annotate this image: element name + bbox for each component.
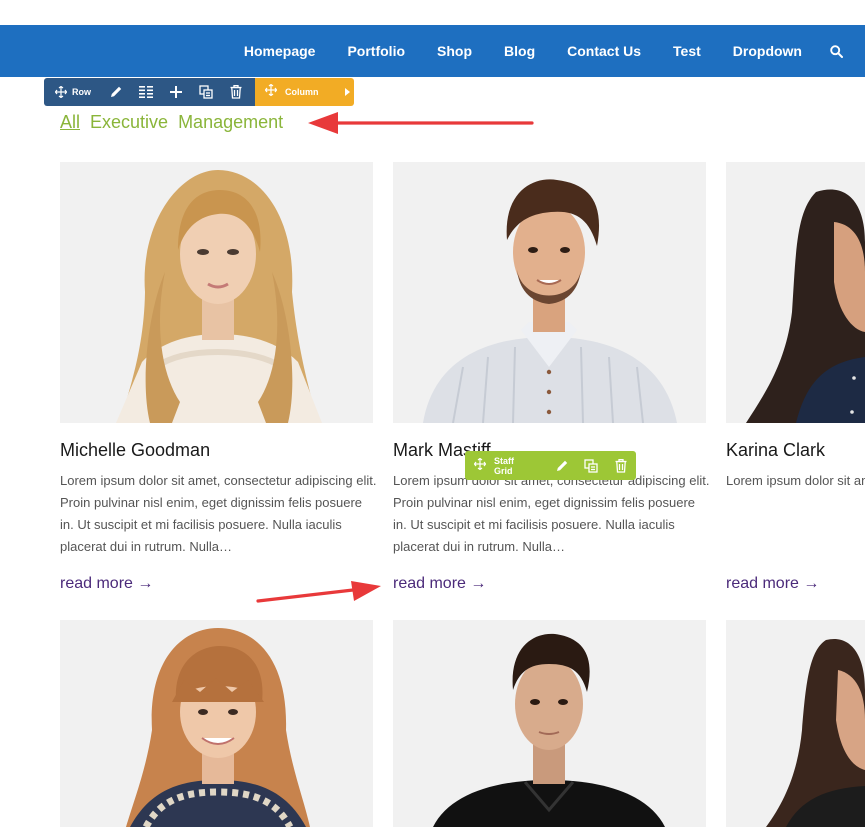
- duplicate-icon[interactable]: [576, 451, 606, 480]
- nav-item-portfolio[interactable]: Portfolio: [331, 43, 421, 59]
- caret-right-icon[interactable]: [340, 78, 354, 106]
- plus-icon[interactable]: [161, 78, 191, 106]
- duplicate-icon[interactable]: [191, 78, 221, 106]
- filter-management[interactable]: Management: [178, 112, 283, 133]
- filter-executive[interactable]: Executive: [90, 112, 168, 133]
- read-more-link[interactable]: read more →: [393, 575, 486, 593]
- nav-item-homepage[interactable]: Homepage: [228, 43, 332, 59]
- staff-filter: All Executive Management: [60, 112, 283, 133]
- move-icon[interactable]: [473, 457, 487, 475]
- nav-item-dropdown[interactable]: Dropdown: [717, 43, 818, 59]
- annotation-arrow-icon: [256, 581, 381, 603]
- staff-grid-toolbar: Staff Grid: [465, 451, 636, 480]
- column-label: Column: [285, 87, 319, 97]
- nav-item-shop[interactable]: Shop: [421, 43, 488, 59]
- annotation-arrow-icon: [308, 112, 534, 134]
- staff-photo[interactable]: [726, 620, 865, 827]
- main-nav: Homepage Portfolio Shop Blog Contact Us …: [0, 25, 865, 77]
- nav-item-test[interactable]: Test: [657, 43, 717, 59]
- read-more-link[interactable]: read more →: [726, 575, 819, 593]
- staff-photo-mark[interactable]: [393, 162, 706, 423]
- staff-photo-michelle[interactable]: [60, 162, 373, 423]
- staff-name[interactable]: Karina Clark: [726, 440, 825, 461]
- columns-icon[interactable]: [131, 78, 161, 106]
- filter-all[interactable]: All: [60, 112, 80, 133]
- move-icon[interactable]: [264, 83, 278, 101]
- search-icon[interactable]: [818, 44, 865, 58]
- trash-icon[interactable]: [221, 78, 251, 106]
- staff-excerpt: Lorem ipsum dolor sit amet, consectetur …: [393, 473, 710, 554]
- staff-photo[interactable]: [60, 620, 373, 827]
- staff-grid-label: Staff Grid: [494, 455, 514, 476]
- pencil-icon[interactable]: [547, 451, 577, 480]
- trash-icon[interactable]: [606, 451, 636, 480]
- staff-excerpt: Lorem ipsum dolor sit amet, consectetur …: [60, 473, 377, 554]
- staff-photo-karina[interactable]: [726, 162, 865, 423]
- nav-item-blog[interactable]: Blog: [488, 43, 551, 59]
- move-icon[interactable]: [52, 78, 70, 106]
- staff-photo[interactable]: [393, 620, 706, 827]
- row-toolbar: Row: [44, 78, 255, 106]
- row-label: Row: [72, 87, 91, 97]
- staff-name[interactable]: Michelle Goodman: [60, 440, 210, 461]
- nav-item-contact-us[interactable]: Contact Us: [551, 43, 657, 59]
- staff-excerpt: Lorem ipsum dolor sit amet, consectetur …: [726, 470, 865, 492]
- nav-menu: Homepage Portfolio Shop Blog Contact Us …: [228, 25, 865, 77]
- staff-excerpt-line: Lorem ipsum dolor sit amet, consectetur …: [726, 473, 865, 488]
- read-more-link[interactable]: read more →: [60, 575, 153, 593]
- pencil-icon[interactable]: [101, 78, 131, 106]
- column-toolbar[interactable]: Column: [255, 78, 354, 106]
